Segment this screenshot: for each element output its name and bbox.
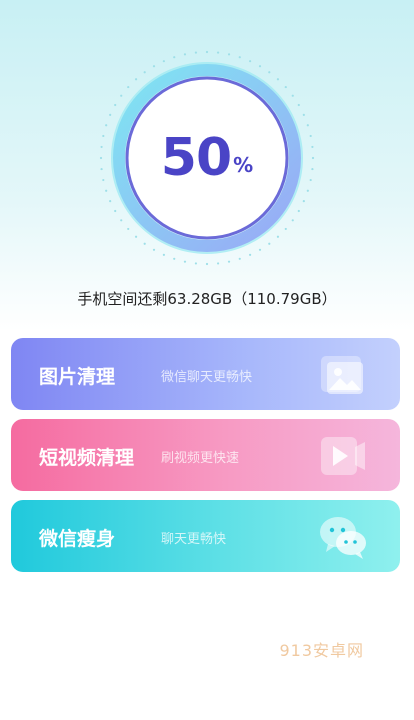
photo-clean-card[interactable]: 图片清理 微信聊天更畅快 xyxy=(11,338,400,410)
wechat-chat-icon xyxy=(320,517,366,559)
storage-gauge: 50 % xyxy=(97,48,317,268)
gauge-percent-unit: % xyxy=(233,153,254,177)
card-desc: 微信聊天更畅快 xyxy=(161,370,253,385)
gauge-readout: 50 % xyxy=(97,48,317,268)
card-title: 短视频清理 xyxy=(39,447,135,469)
card-title: 微信瘦身 xyxy=(39,528,116,550)
card-desc: 刷视频更快速 xyxy=(161,451,240,466)
card-desc: 聊天更畅快 xyxy=(161,532,227,547)
video-play-icon xyxy=(321,437,365,475)
wechat-slim-card[interactable]: 微信瘦身 聊天更畅快 xyxy=(11,500,400,572)
gauge-percent-value: 50 xyxy=(160,128,232,188)
watermark-logo: 913安卓网 xyxy=(279,641,364,660)
video-clean-card[interactable]: 短视频清理 刷视频更快速 xyxy=(11,419,400,491)
card-title: 图片清理 xyxy=(39,366,116,388)
image-icon xyxy=(321,356,363,394)
storage-remaining-text: 手机空间还剩63.28GB（110.79GB） xyxy=(77,290,337,308)
